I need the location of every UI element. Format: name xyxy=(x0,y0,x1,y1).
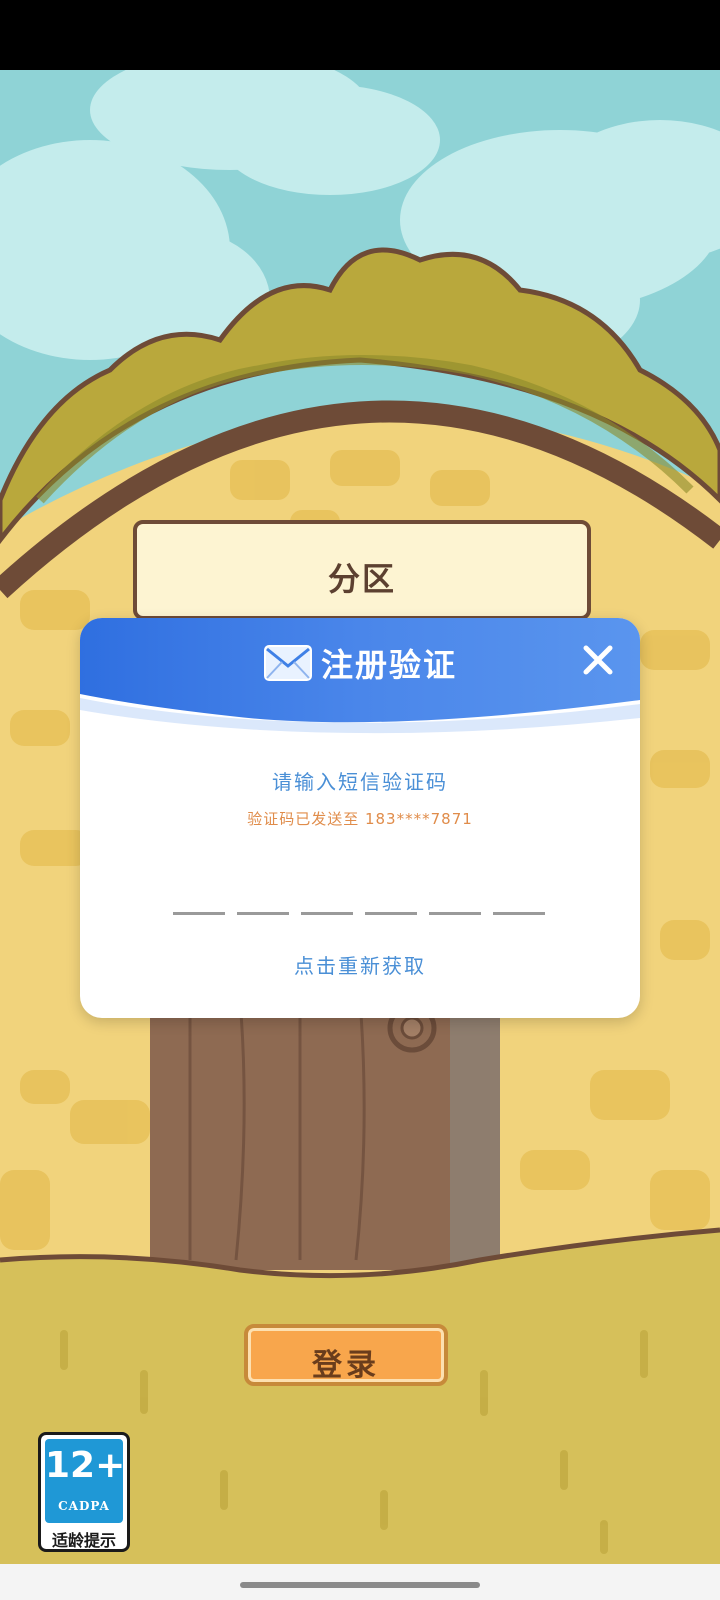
age-rating-badge[interactable]: 12+ CADPA 适龄提示 xyxy=(38,1432,130,1552)
login-button[interactable]: 登录 xyxy=(244,1324,448,1386)
resend-code-link[interactable]: 点击重新获取 xyxy=(80,950,640,979)
dialog-title-row: 注册验证 xyxy=(80,640,640,686)
code-digit-slot[interactable] xyxy=(173,894,225,915)
sms-verification-dialog: 注册验证 请输入短信验证码 验证码已发送至 183****7871 点击重新获取 xyxy=(80,618,640,1018)
home-indicator[interactable] xyxy=(240,1582,480,1588)
rating-org: CADPA xyxy=(58,1499,110,1513)
age-badge-panel: 12+ CADPA xyxy=(45,1439,126,1523)
zone-selector[interactable]: 分区 xyxy=(133,520,591,620)
code-sent-notice: 验证码已发送至 183****7871 xyxy=(247,810,473,828)
age-caption: 适龄提示 xyxy=(51,1531,116,1550)
code-digit-slot[interactable] xyxy=(301,894,353,915)
mail-icon xyxy=(263,645,312,681)
code-digit-slot[interactable] xyxy=(493,894,545,915)
dialog-title: 注册验证 xyxy=(320,646,457,684)
sms-prompt: 请输入短信验证码 xyxy=(272,770,448,794)
code-digit-slot[interactable] xyxy=(365,894,417,915)
zone-label: 分区 xyxy=(327,560,396,598)
status-bar xyxy=(0,0,720,70)
code-digit-slot[interactable] xyxy=(237,894,289,915)
age-rating: 12+ xyxy=(45,1445,126,1486)
verification-code-input[interactable] xyxy=(173,894,547,915)
login-label: 登录 xyxy=(312,1348,380,1383)
close-icon[interactable] xyxy=(578,640,618,680)
code-digit-slot[interactable] xyxy=(429,894,481,915)
